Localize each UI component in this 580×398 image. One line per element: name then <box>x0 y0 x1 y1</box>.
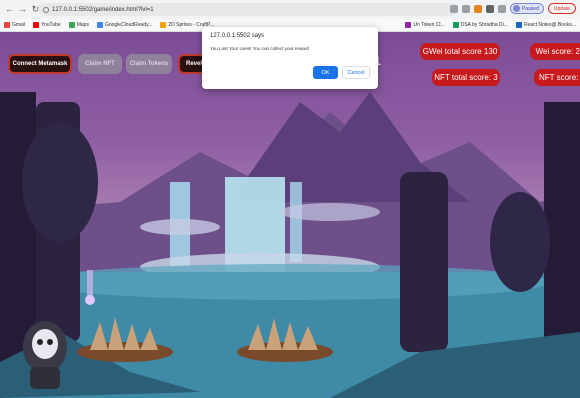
extension-area: Paused Update <box>449 3 576 14</box>
bookmark-label: React Notes@ Books... <box>523 22 576 28</box>
bookmark-item[interactable]: Maps <box>68 22 89 28</box>
claim-tokens-button[interactable]: Claim Tokens <box>126 54 172 74</box>
cancel-button[interactable]: Cancel <box>342 66 370 79</box>
forward-icon[interactable]: → <box>17 4 28 15</box>
bookmark-icon <box>405 22 412 28</box>
bookmark-label: YouTube <box>41 22 61 28</box>
nft-total-score: NFT total score: 3 <box>432 69 500 86</box>
bookmark-item[interactable]: React Notes@ Books... <box>515 22 576 28</box>
profile-button[interactable]: Paused <box>509 3 544 14</box>
dialog-title: 127.0.0.1:5502 says <box>210 33 265 39</box>
bookmark-item[interactable]: Un Token Cl... <box>405 22 445 28</box>
bookmark-item[interactable]: GoogleCloudReady... <box>96 22 153 28</box>
youtube-icon <box>33 22 40 28</box>
share-icon[interactable] <box>449 4 458 13</box>
bookmark-item[interactable]: Gmail <box>4 22 25 28</box>
bookmark-icon <box>515 22 522 28</box>
avatar <box>512 5 520 12</box>
back-icon[interactable]: ← <box>4 4 15 15</box>
bookmark-label: Maps <box>76 22 89 28</box>
gwei-total-score: GWei total score 130 <box>420 43 500 60</box>
gmail-icon <box>4 22 10 28</box>
connect-metamask-button[interactable]: Connect Metamask <box>8 54 72 74</box>
bookmark-icon <box>452 22 459 28</box>
ok-button[interactable]: OK <box>313 66 338 79</box>
bookmark-label: Un Token Cl... <box>413 22 445 28</box>
bookmark-label: GoogleCloudReady... <box>104 22 153 28</box>
browser-toolbar: ← → ↻ 127.0.0.1:5502/game/index.html?lvl… <box>0 0 580 19</box>
metamask-fox-icon[interactable] <box>473 4 482 13</box>
nft-score: NFT score: 0 <box>534 69 580 86</box>
dialog-message: You Lost Your Lives! You can collect you… <box>210 46 309 51</box>
url-text: 127.0.0.1:5502/game/index.html?lvl=1 <box>52 6 154 13</box>
wei-score: Wei score: 22 <box>530 43 580 60</box>
site-info-icon[interactable] <box>43 6 49 13</box>
alert-dialog: 127.0.0.1:5502 says You Lost Your Lives!… <box>202 27 378 89</box>
maps-icon <box>68 22 75 28</box>
craftpix-icon <box>160 22 167 28</box>
claim-nft-button[interactable]: Claim NFT <box>78 54 122 74</box>
sidepanel-icon[interactable] <box>497 4 506 13</box>
profile-label: Paused <box>521 5 539 12</box>
bookmark-item[interactable]: DSA by Shradha Di... <box>452 22 508 28</box>
google-cloud-icon <box>96 22 103 28</box>
extensions-puzzle-icon[interactable] <box>485 4 494 13</box>
bookmarks-right: Un Token Cl... DSA by Shradha Di... Reac… <box>405 22 576 28</box>
bookmark-label: DSA by Shradha Di... <box>460 22 508 28</box>
address-bar[interactable]: 127.0.0.1:5502/game/index.html?lvl=1 <box>38 3 458 16</box>
bookmark-item[interactable]: YouTube <box>33 22 61 28</box>
update-button[interactable]: Update <box>547 3 576 14</box>
bookmark-label: Gmail <box>12 22 26 28</box>
star-icon[interactable] <box>461 4 470 13</box>
